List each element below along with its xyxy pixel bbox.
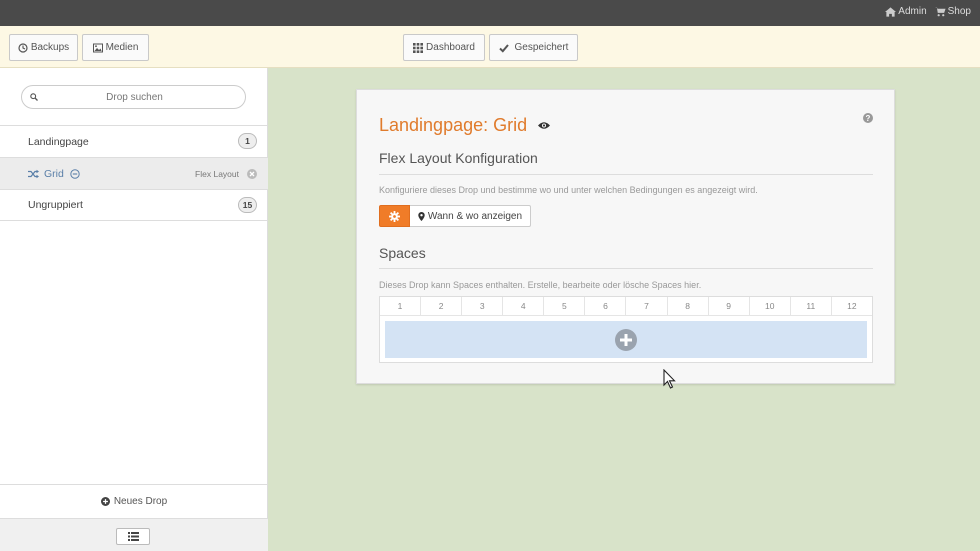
toolbar: Backups Medien Dashboard Gespeichert (0, 26, 980, 68)
sidebar-item-label: Grid (44, 167, 64, 180)
add-space-icon[interactable] (615, 328, 637, 351)
config-heading: Flex Layout Konfiguration (379, 150, 538, 166)
grid-column: 8 (668, 297, 709, 315)
grid-column: 2 (421, 297, 463, 315)
grid-column: 5 (544, 297, 586, 315)
mouse-cursor-icon (663, 369, 676, 389)
add-space-zone[interactable] (385, 321, 867, 358)
backups-button[interactable]: Backups (9, 34, 78, 61)
list-icon (127, 532, 139, 541)
clock-icon (18, 42, 28, 53)
new-drop-button[interactable]: Neues Drop (0, 484, 268, 518)
grid-column: 3 (462, 297, 504, 315)
backups-label: Backups (30, 42, 70, 53)
medien-button[interactable]: Medien (82, 34, 149, 61)
grid-column: 6 (585, 297, 627, 315)
count-badge: 1 (238, 133, 257, 149)
page-title: Landingpage: Grid (379, 115, 528, 135)
grid-column: 12 (847, 301, 857, 311)
cart-icon (934, 6, 946, 16)
admin-link[interactable]: Admin (885, 6, 927, 17)
shop-link[interactable]: Shop (934, 6, 971, 17)
config-description: Konfiguriere dieses Drop und bestimme wo… (379, 185, 758, 195)
wann-wo-label: Wann & wo anzeigen (427, 210, 523, 222)
spaces-grid: 1 2 3 4 5 6 7 8 9 10 11 12 (379, 296, 873, 363)
home-icon (885, 6, 897, 17)
minus-circle-icon[interactable] (70, 169, 80, 179)
search-icon (30, 93, 38, 101)
grid-column: 1 (380, 297, 422, 315)
divider (379, 268, 873, 269)
list-toggle-button[interactable] (116, 528, 150, 545)
grid-column: 11 (791, 297, 832, 315)
top-links: Admin Shop (885, 6, 971, 17)
divider (379, 174, 873, 175)
grid-column: 9 (709, 297, 750, 315)
grid-column: 7 (626, 297, 668, 315)
sidebar-bottom-bar (0, 518, 268, 551)
sidebar-item-landingpage[interactable]: Landingpage 1 (0, 125, 268, 157)
dashboard-button[interactable]: Dashboard (403, 34, 485, 61)
new-drop-label: Neues Drop (113, 496, 168, 507)
spaces-heading: Spaces (379, 245, 426, 261)
map-marker-icon (418, 211, 425, 221)
sidebar-item-grid[interactable]: Grid Flex Layout (0, 157, 268, 189)
gespeichert-label: Gespeichert (514, 42, 569, 53)
medien-label: Medien (105, 42, 139, 53)
dashboard-label: Dashboard (426, 42, 475, 53)
drop-config-panel: Landingpage: Grid ? Flex Layout Konfigur… (356, 89, 895, 384)
wann-wo-button[interactable]: Wann & wo anzeigen (410, 205, 531, 227)
eye-icon[interactable] (538, 121, 550, 130)
grid-column: 10 (750, 297, 791, 315)
grid-column-header: 1 2 3 4 5 6 7 8 9 10 11 12 (380, 297, 872, 316)
help-icon[interactable]: ? (863, 113, 873, 123)
sidebar-item-label: Landingpage (28, 135, 89, 148)
count-badge: 15 (238, 197, 257, 213)
gespeichert-button[interactable]: Gespeichert (489, 34, 578, 61)
search-input[interactable] (42, 88, 227, 106)
top-bar: Admin Shop (0, 0, 980, 26)
shuffle-icon (28, 169, 39, 179)
layout-tag: Flex Layout (195, 168, 239, 179)
shop-label: Shop (947, 6, 971, 17)
grid-icon (413, 42, 424, 53)
plus-circle-icon (100, 497, 110, 506)
grid-column: 4 (503, 297, 545, 315)
sidebar-item-ungruppiert[interactable]: Ungruppiert 15 (0, 189, 268, 221)
sidebar-item-label: Ungruppiert (28, 199, 83, 211)
spaces-description: Dieses Drop kann Spaces enthalten. Erste… (379, 280, 702, 290)
check-icon (498, 43, 509, 53)
settings-button[interactable] (379, 205, 410, 227)
svg-text:?: ? (866, 114, 871, 123)
image-icon (92, 43, 103, 52)
gear-icon (389, 210, 400, 222)
remove-icon[interactable] (247, 169, 257, 179)
sidebar: Landingpage 1 Grid Flex Layout Ungruppie… (0, 68, 268, 551)
search-box (21, 85, 246, 109)
admin-label: Admin (898, 6, 927, 17)
